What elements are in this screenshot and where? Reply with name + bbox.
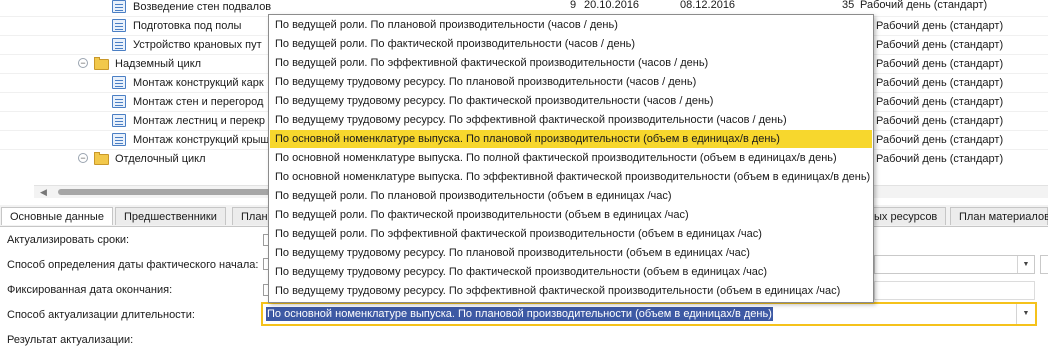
task-icon [112, 0, 126, 13]
task-icon [112, 114, 126, 127]
calendar: Рабочий день (стандарт) [876, 134, 1004, 146]
duration-method-dropdown-list[interactable]: По ведущей роли. По плановой производите… [268, 14, 874, 303]
task-icon [112, 19, 126, 32]
folder-icon [94, 57, 109, 70]
task-name: Монтаж конструкций карк [133, 77, 264, 89]
group-name: Надземный цикл [115, 58, 202, 70]
dropdown-option[interactable]: По ведущей роли. По эффективной фактичес… [270, 225, 872, 243]
task-icon [112, 133, 126, 146]
dropdown-option-selected[interactable]: По основной номенклатуре выпуска. По пла… [270, 130, 872, 148]
fixed-end-date-label: Фиксированная дата окончания: [7, 284, 173, 296]
task-name: Монтаж стен и перегород [133, 96, 264, 108]
fact-start-extra-field[interactable] [1040, 255, 1048, 274]
task-name: Возведение стен подвалов [133, 1, 272, 13]
chevron-down-icon[interactable]: ▼ [1017, 256, 1034, 273]
dropdown-option[interactable]: По ведущей роли. По фактической производ… [270, 206, 872, 224]
tab-predecessors[interactable]: Предшественники [115, 207, 226, 225]
duration-method-select[interactable]: По основной номенклатуре выпуска. По пла… [261, 302, 1037, 326]
calendar: Рабочий день (стандарт) [876, 77, 1004, 89]
fact-start-method-select[interactable]: ▼ [874, 255, 1035, 274]
dropdown-option[interactable]: По ведущему трудовому ресурсу. По планов… [270, 244, 872, 262]
result-label: Результат актуализации: [7, 334, 134, 346]
actualize-terms-label: Актуализировать сроки: [7, 234, 130, 246]
duration-method-label: Способ актуализации длительности: [7, 309, 195, 321]
calendar: Рабочий день (стандарт) [876, 115, 1004, 127]
folder-icon [94, 152, 109, 165]
task-name: Подготовка под полы [133, 20, 242, 32]
calendar: Рабочий день (стандарт) [876, 58, 1004, 70]
chevron-down-icon[interactable]: ▼ [1016, 304, 1035, 324]
dropdown-option[interactable]: По ведущей роли. По плановой производите… [270, 187, 872, 205]
task-name: Устройство крановых пут [133, 39, 262, 51]
dropdown-option[interactable]: По ведущему трудовому ресурсу. По фактич… [270, 263, 872, 281]
calendar: Рабочий день (стандарт) [860, 0, 988, 11]
dropdown-option[interactable]: По ведущей роли. По эффективной фактичес… [270, 54, 872, 72]
task-icon [112, 38, 126, 51]
duration: 35 [842, 0, 855, 11]
dropdown-option[interactable]: По ведущей роли. По фактической производ… [270, 35, 872, 53]
calendar: Рабочий день (стандарт) [876, 96, 1004, 108]
tab-main-data[interactable]: Основные данные [1, 207, 113, 225]
task-icon [112, 95, 126, 108]
collapse-icon[interactable]: − [78, 58, 88, 68]
dropdown-option[interactable]: По ведущей роли. По плановой производите… [270, 16, 872, 34]
dropdown-option[interactable]: По основной номенклатуре выпуска. По эфф… [270, 168, 872, 186]
calendar: Рабочий день (стандарт) [876, 39, 1004, 51]
dropdown-option[interactable]: По основной номенклатуре выпуска. По пол… [270, 149, 872, 167]
scroll-left-icon[interactable]: ◀ [40, 187, 47, 198]
task-icon [112, 76, 126, 89]
duration-method-value: По основной номенклатуре выпуска. По пла… [266, 307, 773, 321]
calendar: Рабочий день (стандарт) [876, 20, 1004, 32]
dropdown-option[interactable]: По ведущему трудовому ресурсу. По фактич… [270, 92, 872, 110]
dropdown-option[interactable]: По ведущему трудовому ресурсу. По эффект… [270, 111, 872, 129]
group-name: Отделочный цикл [115, 153, 206, 165]
dropdown-option[interactable]: По ведущему трудовому ресурсу. По эффект… [270, 282, 872, 300]
fixed-end-date-field[interactable] [874, 281, 1035, 300]
end-date: 08.12.2016 [680, 0, 736, 11]
dropdown-option[interactable]: По ведущему трудовому ресурсу. По планов… [270, 73, 872, 91]
fact-start-method-label: Способ определения даты фактического нач… [7, 259, 259, 271]
start-date: 20.10.2016 [584, 0, 640, 11]
calendar: Рабочий день (стандарт) [876, 153, 1004, 165]
collapse-icon[interactable]: − [78, 153, 88, 163]
tab-materials-plan[interactable]: План материалов [950, 207, 1048, 225]
tab-resources[interactable]: ых ресурсов [866, 207, 947, 225]
task-name: Монтаж конструкций крыш [133, 134, 270, 146]
task-name: Монтаж лестниц и перекр [133, 115, 266, 127]
cell-value: 9 [570, 0, 577, 11]
